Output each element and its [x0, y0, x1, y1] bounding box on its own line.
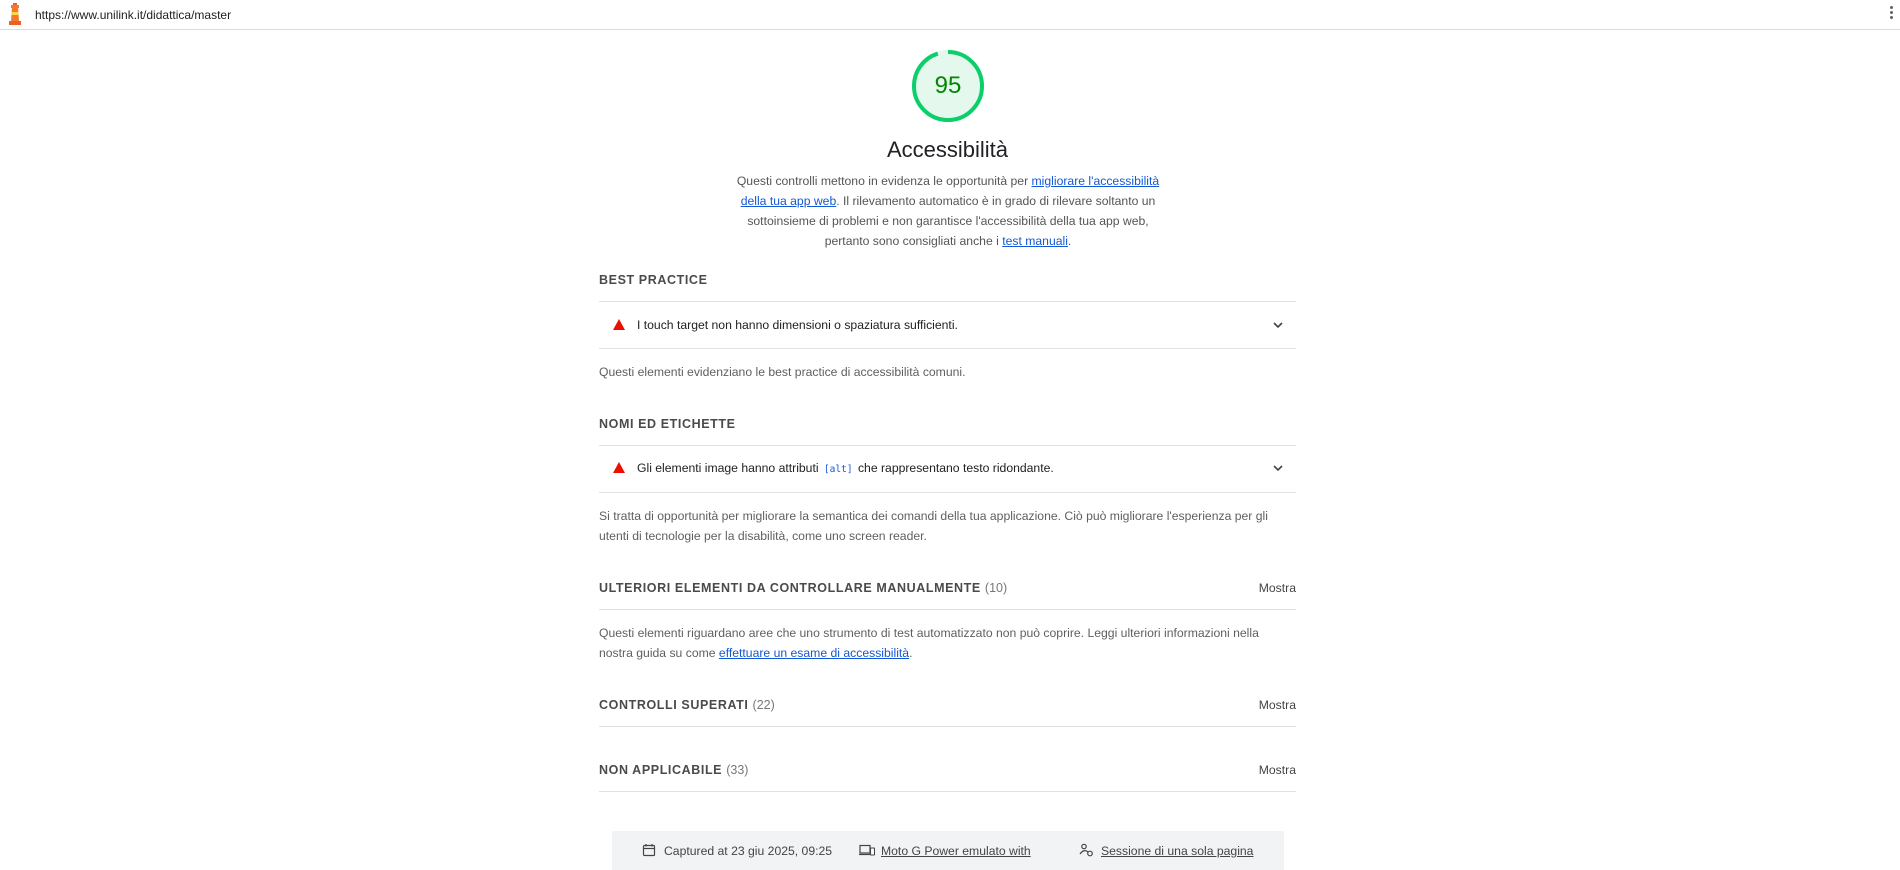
- show-button[interactable]: Mostra: [1259, 763, 1296, 777]
- category-description: Questi controlli mettono in evidenza le …: [736, 171, 1160, 251]
- group-count: (33): [726, 763, 749, 777]
- group-title-text: ULTERIORI ELEMENTI DA CONTROLLARE MANUAL…: [599, 581, 981, 595]
- audit-touch-targets[interactable]: I touch target non hanno dimensioni o sp…: [599, 304, 1296, 348]
- category-title: Accessibilità: [886, 137, 1009, 162]
- divider: [599, 348, 1296, 349]
- show-button[interactable]: Mostra: [1259, 581, 1296, 595]
- runtime-settings-bar: Captured at 23 giu 2025, 09:25 Moto G Po…: [612, 831, 1284, 870]
- group-title-not-applicable: NON APPLICABILE (33): [599, 763, 748, 777]
- group-title-passed: CONTROLLI SUPERATI (22): [599, 698, 775, 712]
- more-vert-icon[interactable]: [1888, 4, 1894, 24]
- desc-text-2: .: [909, 646, 913, 660]
- session-type-text[interactable]: Sessione di una sola pagina: [1101, 844, 1253, 858]
- score-value: 95: [934, 72, 962, 99]
- show-button[interactable]: Mostra: [1259, 698, 1296, 712]
- address-bar: https://www.unilink.it/didattica/master: [0, 0, 1900, 30]
- session-icon: [1079, 843, 1093, 857]
- desc-text: Questi elementi riguardano aree che uno …: [599, 626, 1259, 660]
- audit-text: Gli elementi image hanno attributi: [637, 461, 822, 475]
- group-description: Questi elementi riguardano aree che uno …: [599, 623, 1296, 663]
- divider: [599, 445, 1296, 446]
- audit-image-redundant-alt[interactable]: Gli elementi image hanno attributi [alt]…: [599, 447, 1296, 491]
- chevron-down-icon[interactable]: [1272, 319, 1284, 331]
- url-text[interactable]: https://www.unilink.it/didattica/master: [35, 8, 231, 22]
- group-count: (10): [984, 581, 1008, 595]
- devices-icon: [859, 844, 875, 856]
- divider: [599, 726, 1296, 727]
- fail-triangle-icon: [613, 319, 625, 330]
- audit-title: Gli elementi image hanno attributi [alt]…: [637, 461, 1054, 475]
- divider: [599, 492, 1296, 493]
- device-emulation-text[interactable]: Moto G Power emulato with: [881, 844, 1031, 858]
- group-title-manual: ULTERIORI ELEMENTI DA CONTROLLARE MANUAL…: [599, 581, 1007, 595]
- group-title-best-practice: BEST PRACTICE: [599, 273, 708, 287]
- group-count: (22): [752, 698, 775, 712]
- lighthouse-icon: [9, 3, 21, 25]
- intro-text-3: .: [1067, 234, 1072, 248]
- group-title-text: NON APPLICABILE: [599, 763, 723, 777]
- group-description: Questi elementi evidenziano le best prac…: [599, 365, 966, 379]
- manual-tests-link[interactable]: test manuali: [1002, 234, 1068, 248]
- capture-time-text: Captured at 23 giu 2025, 09:25: [664, 844, 833, 858]
- fail-triangle-icon: [613, 462, 625, 473]
- audit-code: [alt]: [823, 464, 853, 475]
- accessibility-review-link[interactable]: effettuare un esame di accessibilità: [719, 646, 909, 660]
- divider: [599, 609, 1296, 610]
- score-gauge: 95: [911, 49, 985, 123]
- chevron-down-icon[interactable]: [1272, 462, 1284, 474]
- divider: [599, 301, 1296, 302]
- divider: [599, 791, 1296, 792]
- group-description: Si tratta di opportunità per migliorare …: [599, 509, 1268, 543]
- calendar-icon: [642, 844, 656, 857]
- audit-title: I touch target non hanno dimensioni o sp…: [637, 318, 958, 332]
- audit-text-2: che rappresentano testo ridondante.: [854, 461, 1054, 475]
- intro-text: Questi controlli mettono in evidenza le …: [736, 174, 1032, 188]
- group-title-text: CONTROLLI SUPERATI: [599, 698, 749, 712]
- group-title-names-labels: NOMI ED ETICHETTE: [599, 417, 736, 431]
